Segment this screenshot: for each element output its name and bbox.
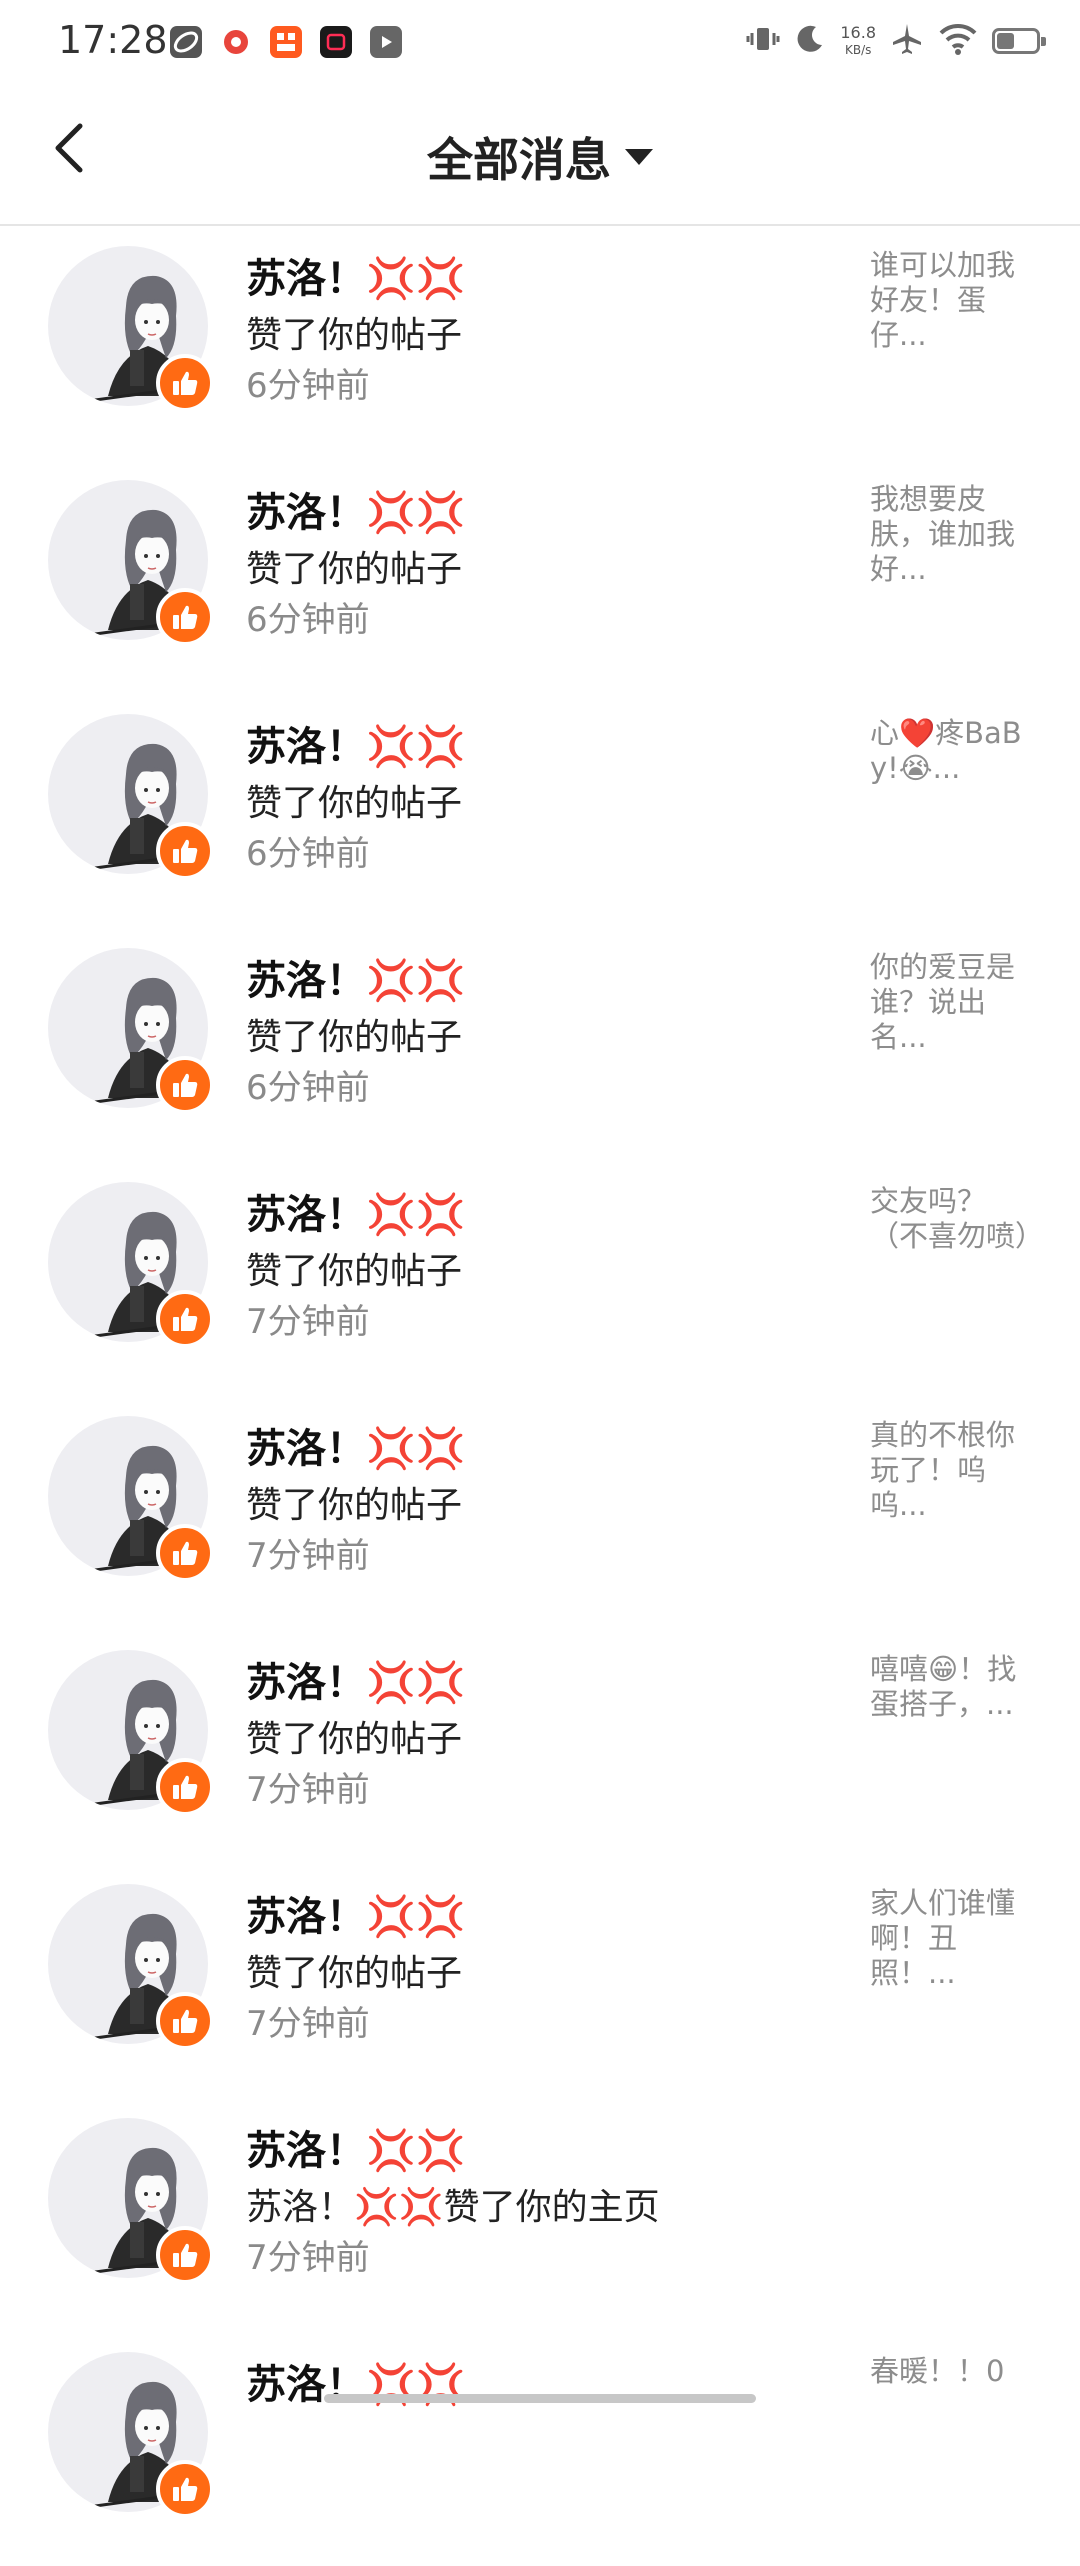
message-time: 6分钟前	[246, 366, 370, 406]
app-leaf-icon	[170, 26, 202, 58]
like-badge	[156, 1524, 214, 1582]
message-action: 苏洛！💢💢赞了你的主页	[246, 2187, 660, 2228]
header: 全部消息	[0, 80, 1080, 226]
like-badge	[156, 2460, 214, 2518]
moon-icon	[794, 23, 826, 59]
status-indicators: 16.8 KB/s	[746, 20, 1046, 62]
net-speed-unit: KB/s	[844, 42, 872, 57]
wifi-icon	[938, 23, 978, 59]
message-action: 赞了你的帖子	[246, 1719, 463, 1760]
message-item[interactable]: 苏洛！💢💢 赞了你的帖子 6分钟前 谁可以加我好友！蛋仔...	[0, 226, 1080, 460]
post-preview[interactable]: 家人们谁懂啊！丑照！...	[870, 1886, 1040, 1991]
post-preview[interactable]: 春暖！！0	[870, 2354, 1040, 2389]
sender-name[interactable]: 苏洛！💢💢	[246, 1650, 466, 1708]
thumbs-up-icon	[173, 605, 198, 629]
message-item[interactable]: 苏洛！💢💢 赞了你的帖子 7分钟前 嘻嘻😁！找蛋搭子，...	[0, 1630, 1080, 1864]
message-time: 7分钟前	[246, 1302, 370, 1342]
message-action: 赞了你的帖子	[246, 1251, 463, 1292]
thumbs-up-icon	[173, 2477, 198, 2501]
message-time: 6分钟前	[246, 1068, 370, 1108]
message-time: 6分钟前	[246, 600, 370, 640]
thumbs-up-icon	[173, 1775, 198, 1799]
post-preview[interactable]: 你的爱豆是谁？说出名...	[870, 950, 1040, 1055]
like-badge	[156, 1056, 214, 1114]
message-time: 6分钟前	[246, 834, 370, 874]
sender-name[interactable]: 苏洛！💢💢	[246, 2118, 466, 2176]
message-action: 赞了你的帖子	[246, 1485, 463, 1526]
like-badge	[156, 1992, 214, 2050]
status-time: 17:28	[58, 18, 168, 62]
sender-name[interactable]: 苏洛！💢💢	[246, 1884, 466, 1942]
message-item[interactable]: 苏洛！💢💢 赞了你的帖子 7分钟前 家人们谁懂啊！丑照！...	[0, 1864, 1080, 2098]
message-item[interactable]: 苏洛！💢💢 赞了你的帖子 6分钟前 心❤️疼BaBy!😭...	[0, 694, 1080, 928]
like-badge	[156, 1758, 214, 1816]
like-badge	[156, 354, 214, 412]
message-action: 赞了你的帖子	[246, 783, 463, 824]
message-item[interactable]: 苏洛！💢💢 赞了你的帖子 7分钟前 真的不根你玩了！呜呜...	[0, 1396, 1080, 1630]
like-badge	[156, 1290, 214, 1348]
message-action: 赞了你的帖子	[246, 549, 463, 590]
message-action: 赞了你的帖子	[246, 315, 463, 356]
sender-name[interactable]: 苏洛！💢💢	[246, 480, 466, 538]
sender-name[interactable]: 苏洛！💢💢	[246, 1416, 466, 1474]
thumbs-up-icon	[173, 1073, 198, 1097]
message-item[interactable]: 苏洛！💢💢 赞了你的帖子 6分钟前 你的爱豆是谁？说出名...	[0, 928, 1080, 1162]
battery-level	[997, 33, 1015, 49]
status-app-icons	[170, 22, 402, 62]
message-action: 赞了你的帖子	[246, 1017, 463, 1058]
post-preview[interactable]: 心❤️疼BaBy!😭...	[870, 716, 1040, 786]
like-badge	[156, 588, 214, 646]
message-list: 苏洛！💢💢 赞了你的帖子 6分钟前 谁可以加我好友！蛋仔... 苏洛！💢💢 赞了…	[0, 226, 1080, 2566]
like-badge	[156, 822, 214, 880]
status-bar: 17:28 16.8 KB/s	[0, 0, 1080, 80]
message-time: 7分钟前	[246, 2238, 370, 2278]
message-item[interactable]: 苏洛！💢💢 赞了你的帖子 6分钟前 我想要皮肤，谁加我好...	[0, 460, 1080, 694]
thumbs-up-icon	[173, 2009, 198, 2033]
network-speed: 16.8 KB/s	[840, 22, 876, 58]
message-filter-dropdown[interactable]: 全部消息	[0, 124, 1080, 190]
app-play-icon	[370, 26, 402, 58]
thumbs-up-icon	[173, 839, 198, 863]
post-preview[interactable]: 谁可以加我好友！蛋仔...	[870, 248, 1040, 353]
post-preview[interactable]: 我想要皮肤，谁加我好...	[870, 482, 1040, 587]
app-video-icon	[320, 26, 352, 58]
airplane-icon	[890, 22, 924, 60]
sender-name[interactable]: 苏洛！💢💢	[246, 714, 466, 772]
message-action: 赞了你的帖子	[246, 1953, 463, 1994]
thumbs-up-icon	[173, 1307, 198, 1331]
message-item[interactable]: 苏洛！💢💢 苏洛！💢💢赞了你的主页 7分钟前	[0, 2098, 1080, 2332]
page-title: 全部消息	[427, 133, 611, 187]
app-red-dot-icon	[220, 26, 252, 58]
sender-name[interactable]: 苏洛！💢💢	[246, 948, 466, 1006]
message-time: 7分钟前	[246, 1536, 370, 1576]
net-speed-value: 16.8	[840, 22, 876, 42]
vibrate-icon	[746, 22, 780, 60]
message-item[interactable]: 苏洛！💢💢 赞了你的帖子 7分钟前 交友吗？（不喜勿喷）	[0, 1162, 1080, 1396]
caret-down-icon	[625, 149, 653, 165]
post-preview[interactable]: 交友吗？（不喜勿喷）	[870, 1184, 1044, 1254]
battery-icon	[992, 28, 1046, 54]
thumbs-up-icon	[173, 371, 198, 395]
home-indicator[interactable]	[324, 2394, 756, 2403]
post-preview[interactable]: 真的不根你玩了！呜呜...	[870, 1418, 1040, 1523]
thumbs-up-icon	[173, 2243, 198, 2267]
sender-name[interactable]: 苏洛！💢💢	[246, 1182, 466, 1240]
sender-name[interactable]: 苏洛！💢💢	[246, 246, 466, 304]
app-orange-icon	[270, 26, 302, 58]
message-time: 7分钟前	[246, 2004, 370, 2044]
like-badge	[156, 2226, 214, 2284]
thumbs-up-icon	[173, 1541, 198, 1565]
post-preview[interactable]: 嘻嘻😁！找蛋搭子，...	[870, 1652, 1040, 1722]
message-time: 7分钟前	[246, 1770, 370, 1810]
message-item[interactable]: 苏洛！💢💢 春暖！！0	[0, 2332, 1080, 2566]
